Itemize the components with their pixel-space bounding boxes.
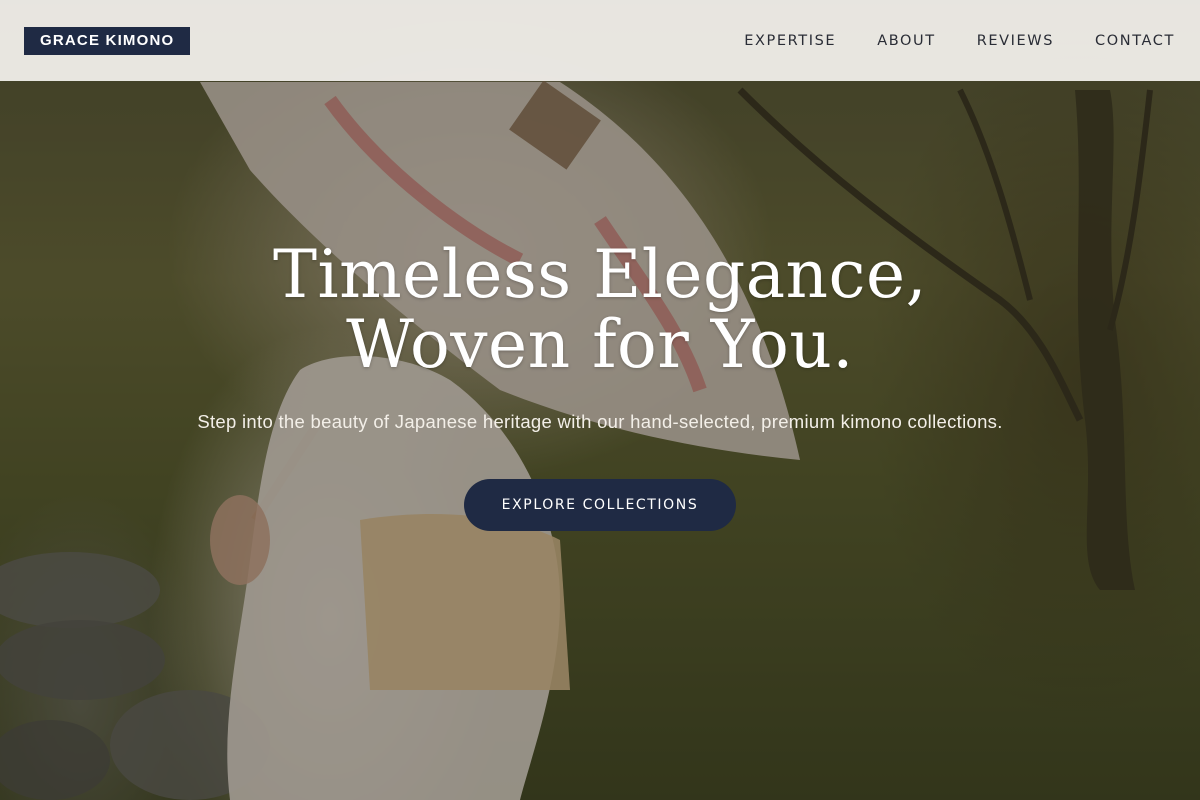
hero-content: Timeless Elegance, Woven for You. Step i… <box>0 240 1200 531</box>
hero-title: Timeless Elegance, Woven for You. <box>0 240 1200 380</box>
explore-collections-button[interactable]: EXPLORE COLLECTIONS <box>464 479 736 531</box>
nav-link-contact[interactable]: CONTACT <box>1095 33 1175 49</box>
hero-title-line-1: Timeless Elegance, <box>272 236 928 313</box>
hero-section: GRACE KIMONO EXPERTISE ABOUT REVIEWS CON… <box>0 0 1200 800</box>
site-header: GRACE KIMONO EXPERTISE ABOUT REVIEWS CON… <box>0 0 1200 81</box>
nav-link-expertise[interactable]: EXPERTISE <box>744 33 836 49</box>
hero-title-line-2: Woven for You. <box>346 306 854 383</box>
main-nav: EXPERTISE ABOUT REVIEWS CONTACT <box>744 33 1175 49</box>
hero-subtitle: Step into the beauty of Japanese heritag… <box>197 411 1003 432</box>
nav-link-reviews[interactable]: REVIEWS <box>977 33 1054 49</box>
nav-link-about[interactable]: ABOUT <box>877 33 936 49</box>
brand-logo[interactable]: GRACE KIMONO <box>24 26 191 55</box>
